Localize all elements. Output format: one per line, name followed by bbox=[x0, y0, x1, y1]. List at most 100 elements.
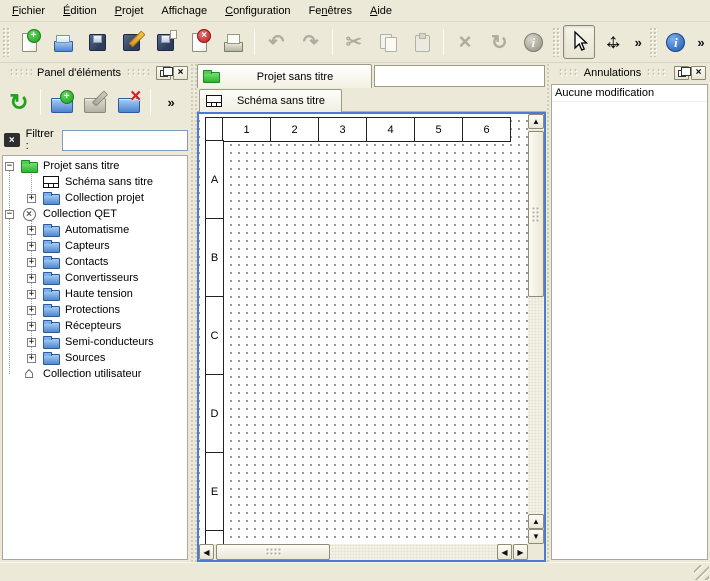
rotate-button[interactable]: ↻ bbox=[483, 25, 515, 59]
tree-item-schema-sans-titre[interactable]: Schéma sans titre bbox=[3, 174, 187, 190]
scroll-up-button-2[interactable]: ▲ bbox=[528, 514, 544, 529]
vertical-scrollbar[interactable]: ▲ ▲ ▼ bbox=[528, 114, 544, 544]
reload-collections-button[interactable]: ↻ bbox=[3, 86, 35, 118]
float-icon bbox=[160, 70, 168, 77]
row-header: E bbox=[205, 452, 224, 531]
toolbar-overflow-1-button[interactable]: » bbox=[630, 25, 646, 59]
toolbar-separator bbox=[40, 89, 41, 115]
menu-item-configuration[interactable]: Configuration bbox=[216, 2, 299, 20]
float-panel-button[interactable] bbox=[674, 66, 689, 80]
tree-item-semi-conducteurs[interactable]: +Semi-conducteurs bbox=[3, 334, 187, 350]
menu-item-label-part: F bbox=[12, 5, 19, 17]
titlebar-texture bbox=[126, 68, 149, 77]
save-as-button[interactable] bbox=[115, 25, 147, 59]
tree-expander-expand[interactable]: + bbox=[27, 258, 36, 267]
cut-button[interactable]: ✂ bbox=[338, 25, 370, 59]
undo-list-item[interactable]: Aucune modification bbox=[552, 85, 707, 102]
toolbar-handle[interactable] bbox=[649, 27, 657, 57]
diagram-canvas[interactable]: 123456 ABCDE bbox=[199, 114, 528, 544]
save-all-button[interactable] bbox=[149, 25, 181, 59]
close-icon: × bbox=[696, 68, 702, 78]
toolbar-overflow-2-button[interactable]: » bbox=[693, 25, 709, 59]
new-category-button[interactable] bbox=[46, 86, 78, 118]
scroll-mode-button[interactable]: ↔↕ bbox=[597, 25, 629, 59]
tree-expander-expand[interactable]: + bbox=[27, 290, 36, 299]
left-splitter-handle[interactable] bbox=[190, 63, 197, 562]
menu-item-edition[interactable]: Édition bbox=[54, 2, 106, 20]
tree-item-label: Haute tension bbox=[65, 288, 133, 300]
pointer-arrow-icon bbox=[567, 30, 591, 54]
delete-button[interactable]: × bbox=[449, 25, 481, 59]
tree-expander-expand[interactable]: + bbox=[27, 242, 36, 251]
qet-collection-icon bbox=[20, 208, 38, 221]
close-panel-button[interactable]: × bbox=[173, 66, 188, 80]
elements-panel-titlebar[interactable]: Panel d'éléments × bbox=[2, 63, 190, 82]
horizontal-scrollbar-thumb[interactable] bbox=[216, 544, 330, 560]
tree-item-sources[interactable]: +Sources bbox=[3, 350, 187, 366]
tree-item-recepteurs[interactable]: +Récepteurs bbox=[3, 318, 187, 334]
tree-item-convertisseurs[interactable]: +Convertisseurs bbox=[3, 270, 187, 286]
tab-project[interactable]: Projet sans titre bbox=[197, 64, 372, 88]
scissors-icon: ✂ bbox=[342, 30, 366, 54]
tree-item-automatisme[interactable]: +Automatisme bbox=[3, 222, 187, 238]
edit-category-button[interactable] bbox=[80, 86, 112, 118]
paste-button[interactable] bbox=[406, 25, 438, 59]
tree-item-collection-qet[interactable]: −Collection QET bbox=[3, 206, 187, 222]
about-qet-button[interactable]: i bbox=[660, 25, 692, 59]
menu-item-label-part: ichier bbox=[19, 5, 45, 17]
scroll-left-button[interactable]: ◀ bbox=[199, 544, 214, 560]
tree-expander-collapse[interactable]: − bbox=[5, 210, 14, 219]
menu-item-label-part: C bbox=[225, 5, 233, 17]
resize-grip[interactable] bbox=[694, 565, 709, 580]
select-mode-button[interactable] bbox=[563, 25, 595, 59]
undo-panel-titlebar[interactable]: Annulations × bbox=[551, 63, 708, 82]
open-project-button[interactable] bbox=[47, 25, 79, 59]
redo-button[interactable]: ↷ bbox=[295, 25, 327, 59]
toolbar-handle[interactable] bbox=[552, 27, 560, 57]
element-info-button[interactable]: i bbox=[517, 25, 549, 59]
tree-expander-expand[interactable]: + bbox=[27, 354, 36, 363]
toolbar-handle[interactable] bbox=[2, 27, 10, 57]
clear-filter-icon[interactable] bbox=[4, 133, 20, 147]
close-file-button[interactable] bbox=[183, 25, 215, 59]
scroll-right-button[interactable]: ▶ bbox=[513, 544, 528, 560]
tree-expander-expand[interactable]: + bbox=[27, 306, 36, 315]
menu-item-fichier[interactable]: Fichier bbox=[3, 2, 54, 20]
tree-item-contacts[interactable]: +Contacts bbox=[3, 254, 187, 270]
filter-input[interactable] bbox=[62, 130, 188, 151]
tree-expander-expand[interactable]: + bbox=[27, 322, 36, 331]
copy-button[interactable] bbox=[372, 25, 404, 59]
schema-view: 123456 ABCDE ▲ ▲ ▼ ◀ ◀ ▶ bbox=[197, 112, 546, 562]
tree-item-capteurs[interactable]: +Capteurs bbox=[3, 238, 187, 254]
tree-item-projet-sans-titre[interactable]: −Projet sans titre bbox=[3, 158, 187, 174]
tree-expander-expand[interactable]: + bbox=[27, 338, 36, 347]
scroll-down-button[interactable]: ▼ bbox=[528, 529, 544, 544]
delete-category-button[interactable] bbox=[113, 86, 145, 118]
tree-expander-expand[interactable]: + bbox=[27, 274, 36, 283]
tree-item-collection-projet[interactable]: +Collection projet bbox=[3, 190, 187, 206]
print-button[interactable] bbox=[217, 25, 249, 59]
horizontal-scrollbar[interactable]: ◀ ◀ ▶ bbox=[199, 544, 528, 560]
tree-item-protections[interactable]: +Protections bbox=[3, 302, 187, 318]
menu-item-projet[interactable]: Projet bbox=[106, 2, 153, 20]
panel-overflow-button[interactable]: » bbox=[155, 86, 187, 118]
tree-item-collection-utilisateur[interactable]: Collection utilisateur bbox=[3, 366, 187, 382]
new-document-button[interactable] bbox=[13, 25, 45, 59]
close-panel-button[interactable]: × bbox=[691, 66, 706, 80]
scroll-left-button-2[interactable]: ◀ bbox=[497, 544, 512, 560]
status-bar bbox=[0, 562, 710, 581]
float-panel-button[interactable] bbox=[156, 66, 171, 80]
menu-item-aide[interactable]: Aide bbox=[361, 2, 401, 20]
menu-item-fenetres[interactable]: Fenêtres bbox=[300, 2, 361, 20]
close-icon: × bbox=[178, 68, 184, 78]
tree-expander-expand[interactable]: + bbox=[27, 226, 36, 235]
tab-schema[interactable]: Schéma sans titre bbox=[199, 89, 342, 112]
scroll-up-button[interactable]: ▲ bbox=[528, 114, 544, 129]
undo-button[interactable]: ↶ bbox=[260, 25, 292, 59]
vertical-scrollbar-thumb[interactable] bbox=[528, 131, 544, 297]
save-button[interactable] bbox=[81, 25, 113, 59]
tree-item-haute-tension[interactable]: + Haute tension bbox=[3, 286, 187, 302]
menu-item-affichage[interactable]: Affichage bbox=[152, 2, 216, 20]
tree-expander-collapse[interactable]: − bbox=[5, 162, 14, 171]
tree-expander-expand[interactable]: + bbox=[27, 194, 36, 203]
